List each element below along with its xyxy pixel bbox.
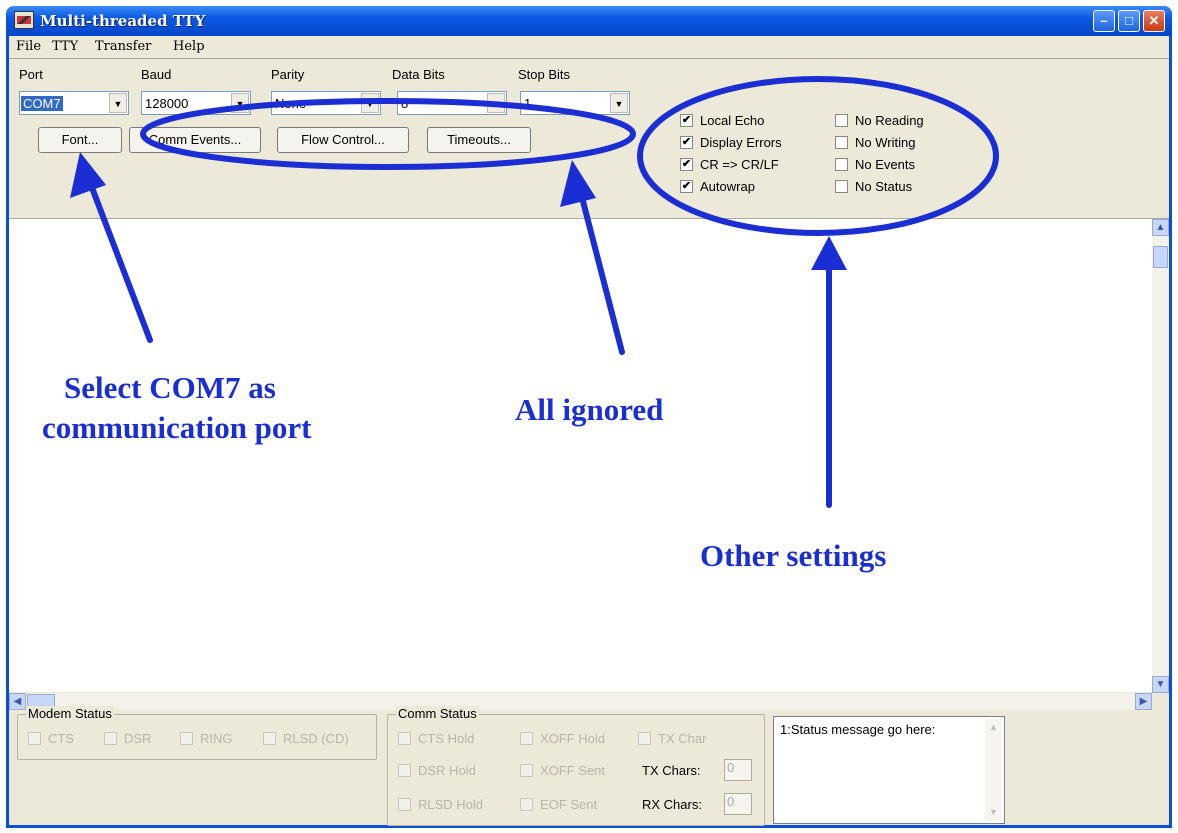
stop-bits-select[interactable]: 1 ▼ <box>520 91 630 115</box>
xoff-sent-label: XOFF Sent <box>540 763 606 778</box>
checkbox-checked[interactable]: ✔ <box>680 158 693 171</box>
modem-status-group: Modem Status CTS DSR RING RLSD (CD) <box>17 706 377 760</box>
port-annotation-line2: communication port <box>42 410 312 445</box>
no-events-label: No Events <box>855 157 915 172</box>
status-message-box[interactable]: 1:Status message go here: ▲ ▼ <box>773 716 1005 824</box>
eof-sent-label: EOF Sent <box>540 797 598 812</box>
no-reading-label: No Reading <box>855 113 924 128</box>
data-bits-select[interactable]: 8 ▼ <box>397 91 507 115</box>
menu-file[interactable]: File <box>16 39 41 54</box>
modem-status-title: Modem Status <box>26 706 114 721</box>
checkbox-checked[interactable]: ✔ <box>680 114 693 127</box>
status-scrollbar[interactable]: ▲ ▼ <box>985 719 1002 821</box>
modem-rlsd-label: RLSD (CD) <box>283 731 349 746</box>
modem-dsr-label: DSR <box>124 731 152 746</box>
comm-status-group: Comm Status CTS Hold XOFF Hold TX Char D… <box>387 706 765 826</box>
other-settings-annotation: Other settings <box>700 538 887 573</box>
chevron-down-icon[interactable]: ▼ <box>109 93 127 113</box>
vertical-scrollbar[interactable]: ▲ ▼ <box>1152 219 1169 693</box>
timeouts-button[interactable]: Timeouts... <box>427 127 531 153</box>
chevron-down-icon[interactable]: ▼ <box>231 93 249 113</box>
baud-select[interactable]: 128000 ▼ <box>141 91 251 115</box>
modem-cts-label: CTS <box>48 731 74 746</box>
status-message-text: 1:Status message go here: <box>780 722 936 737</box>
checkbox-unchecked[interactable] <box>835 158 848 171</box>
rx-chars-label: RX Chars: <box>642 797 702 812</box>
no-writing-label: No Writing <box>855 135 916 150</box>
comm-events-button[interactable]: Comm Events... <box>129 127 261 153</box>
tx-chars-field: 0 <box>724 759 752 781</box>
vertical-scroll-thumb[interactable] <box>1153 246 1168 268</box>
autowrap-label: Autowrap <box>700 179 755 194</box>
tx-chars-label: TX Chars: <box>642 763 701 778</box>
data-bits-value: 8 <box>401 96 409 111</box>
checkbox-unchecked[interactable] <box>835 180 848 193</box>
cr-crlf-label: CR => CR/LF <box>700 157 779 172</box>
no-status-label: No Status <box>855 179 913 194</box>
port-value: COM7 <box>21 96 63 111</box>
port-label: Port <box>19 67 43 82</box>
settings-toolbar: Port Baud Parity Data Bits Stop Bits COM… <box>9 58 1169 218</box>
dsr-hold-label: DSR Hold <box>418 763 476 778</box>
cts-hold-label: CTS Hold <box>418 731 475 746</box>
ignored-annotation: All ignored <box>515 392 664 427</box>
port-select[interactable]: COM7 ▼ <box>19 91 129 115</box>
window-title: Multi-threaded TTY <box>40 12 206 30</box>
parity-select[interactable]: None ▼ <box>271 91 381 115</box>
parity-value: None <box>275 96 307 111</box>
baud-label: Baud <box>141 67 172 82</box>
tx-char-label: TX Char <box>658 731 707 746</box>
app-icon[interactable] <box>14 11 34 29</box>
menu-tty[interactable]: TTY <box>52 39 78 54</box>
menu-help[interactable]: Help <box>173 39 205 54</box>
checkbox-unchecked[interactable] <box>835 136 848 149</box>
minimize-button[interactable]: – <box>1093 10 1115 32</box>
rlsd-hold-label: RLSD Hold <box>418 797 484 812</box>
status-bar: Modem Status CTS DSR RING RLSD (CD) Comm… <box>9 706 1169 828</box>
flow-control-button[interactable]: Flow Control... <box>277 127 409 153</box>
menu-bar: File TTY Transfer Help <box>9 36 1169 58</box>
parity-label: Parity <box>271 67 305 82</box>
checkbox-unchecked[interactable] <box>835 114 848 127</box>
port-annotation-line1: Select COM7 as <box>64 370 276 405</box>
stop-bits-value: 1 <box>524 96 532 111</box>
comm-status-title: Comm Status <box>396 706 479 721</box>
stop-bits-label: Stop Bits <box>518 67 571 82</box>
font-button[interactable]: Font... <box>38 127 122 153</box>
local-echo-label: Local Echo <box>700 113 765 128</box>
title-bar[interactable]: Multi-threaded TTY – □ ✕ <box>6 6 1172 36</box>
checkbox-checked[interactable]: ✔ <box>680 180 693 193</box>
display-errors-label: Display Errors <box>700 135 782 150</box>
close-button[interactable]: ✕ <box>1143 10 1165 32</box>
data-bits-label: Data Bits <box>392 67 445 82</box>
baud-value: 128000 <box>145 96 189 111</box>
scroll-up-icon[interactable]: ▲ <box>1152 219 1169 236</box>
maximize-button[interactable]: □ <box>1118 10 1140 32</box>
xoff-hold-label: XOFF Hold <box>540 731 606 746</box>
checkbox-checked[interactable]: ✔ <box>680 136 693 149</box>
scroll-down-icon[interactable]: ▼ <box>1152 676 1169 693</box>
modem-ring-label: RING <box>200 731 233 746</box>
scroll-down-icon[interactable]: ▼ <box>985 804 1002 821</box>
scroll-up-icon[interactable]: ▲ <box>985 719 1002 736</box>
chevron-down-icon[interactable]: ▼ <box>610 93 628 113</box>
menu-transfer[interactable]: Transfer <box>95 39 151 54</box>
terminal-output-area[interactable]: ▲ ▼ ◀ ▶ <box>9 218 1169 710</box>
chevron-down-icon[interactable]: ▼ <box>361 93 379 113</box>
rx-chars-field: 0 <box>724 793 752 815</box>
chevron-down-icon[interactable]: ▼ <box>487 93 505 113</box>
